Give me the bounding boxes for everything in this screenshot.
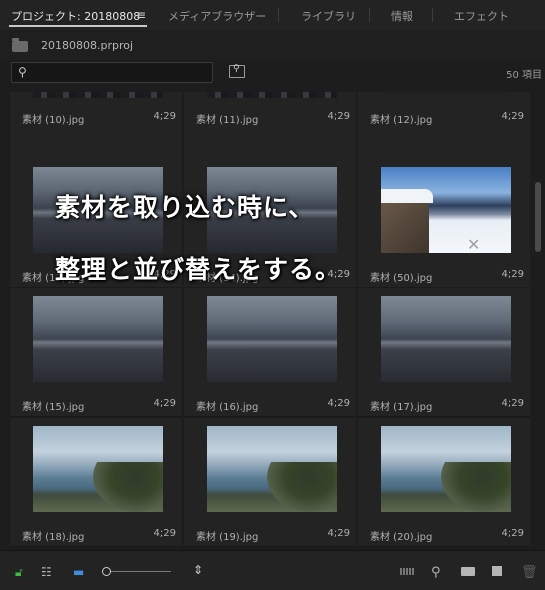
item-name: 素材 (12).jpg — [370, 115, 433, 126]
tab-project[interactable]: プロジェクト: 20180808 — [11, 8, 140, 24]
item-duration: 4;29 — [501, 528, 524, 539]
media-item[interactable]: 素材 (18).jpg 4;29 — [10, 418, 182, 547]
sort-icon[interactable]: ⇕ — [193, 563, 203, 577]
search-input[interactable]: ⚲ — [11, 62, 213, 83]
media-item[interactable]: 素材 (19).jpg 4;29 — [184, 418, 356, 547]
tab-effects[interactable]: エフェクト — [454, 8, 509, 24]
list-view-icon[interactable]: ☷ — [41, 565, 52, 579]
item-count: 50 項目 — [506, 70, 542, 81]
panel-tab-bar: プロジェクト: 20180808 ≡ メディアブラウザー ライブラリ 情報 エフ… — [0, 0, 545, 31]
media-item[interactable]: 素材 (15).jpg 4;29 — [10, 288, 182, 417]
item-duration: 4;29 — [501, 398, 524, 409]
project-file-name: 20180808.prproj — [41, 39, 134, 52]
media-item[interactable]: 素材 (20).jpg 4;29 — [358, 418, 530, 547]
tab-media-browser[interactable]: メディアブラウザー — [168, 8, 266, 24]
thumbnail — [381, 296, 511, 382]
item-duration: 4;29 — [153, 528, 176, 539]
item-duration: 4;29 — [153, 398, 176, 409]
media-item[interactable]: 素材 (16).jpg 4;29 — [184, 288, 356, 417]
item-duration: 4;29 — [153, 111, 176, 122]
item-name: 素材 (11).jpg — [196, 115, 259, 126]
item-name: 素材 (15).jpg — [22, 402, 85, 413]
item-duration: 4;29 — [501, 111, 524, 122]
thumbnail — [207, 296, 337, 382]
thumbnail — [381, 426, 511, 512]
thumbnail — [33, 296, 163, 382]
new-search-bin-icon[interactable]: ⚲ — [229, 64, 245, 78]
item-name: 素材 (50).jpg — [370, 273, 433, 284]
automate-to-sequence-icon[interactable] — [400, 568, 414, 575]
item-name: 素材 (20).jpg — [370, 532, 433, 543]
hamburger-icon[interactable]: ≡ — [136, 8, 146, 22]
media-item[interactable]: 素材 (17).jpg 4;29 — [358, 288, 530, 417]
media-item[interactable]: ✕ 素材 (50).jpg 4;29 — [358, 159, 530, 288]
find-icon[interactable]: ⚲ — [431, 565, 441, 580]
thumbnail — [33, 92, 163, 98]
item-duration: 4;29 — [501, 269, 524, 280]
active-tab-indicator — [9, 25, 147, 27]
tab-libraries[interactable]: ライブラリ — [301, 8, 356, 24]
folder-icon — [12, 38, 28, 52]
item-duration: 4;29 — [327, 528, 350, 539]
new-bin-icon[interactable] — [461, 567, 475, 576]
item-name: 素材 (19).jpg — [196, 532, 259, 543]
search-icon: ⚲ — [18, 65, 27, 79]
overlay-caption-line1: 素材を取り込む時に、 — [55, 193, 315, 222]
item-name: 素材 (10).jpg — [22, 115, 85, 126]
item-name: 素材 (18).jpg — [22, 532, 85, 543]
item-duration: 4;29 — [327, 111, 350, 122]
trash-icon[interactable]: 🗑︎ — [521, 565, 538, 580]
tab-separator — [432, 8, 433, 22]
item-name: 素材 (17).jpg — [370, 402, 433, 413]
tab-separator — [278, 8, 279, 22]
thumbnail: ✕ — [381, 167, 511, 254]
zoom-slider[interactable] — [111, 571, 171, 572]
tab-info[interactable]: 情報 — [391, 8, 413, 24]
tab-separator — [369, 8, 370, 22]
vertical-scrollbar[interactable] — [535, 182, 541, 252]
lock-icon[interactable]: 🔓︎ — [15, 565, 23, 580]
zoom-slider-handle[interactable] — [102, 567, 111, 576]
item-name: 素材 (16).jpg — [196, 402, 259, 413]
media-grid: 素材 (10).jpg 4;29 素材 (11).jpg 4;29 素材 (12).… — [10, 92, 532, 547]
thumbnail — [207, 92, 337, 98]
thumbnail — [207, 426, 337, 512]
thumbnail — [381, 92, 511, 98]
chevron-down-icon: ✕ — [467, 235, 481, 254]
icon-view-icon[interactable]: ▬ — [73, 565, 84, 579]
new-item-icon[interactable] — [492, 566, 502, 576]
overlay-caption-line2: 整理と並び替えをする。 — [55, 255, 342, 284]
thumbnail — [33, 426, 163, 512]
item-duration: 4;29 — [327, 398, 350, 409]
